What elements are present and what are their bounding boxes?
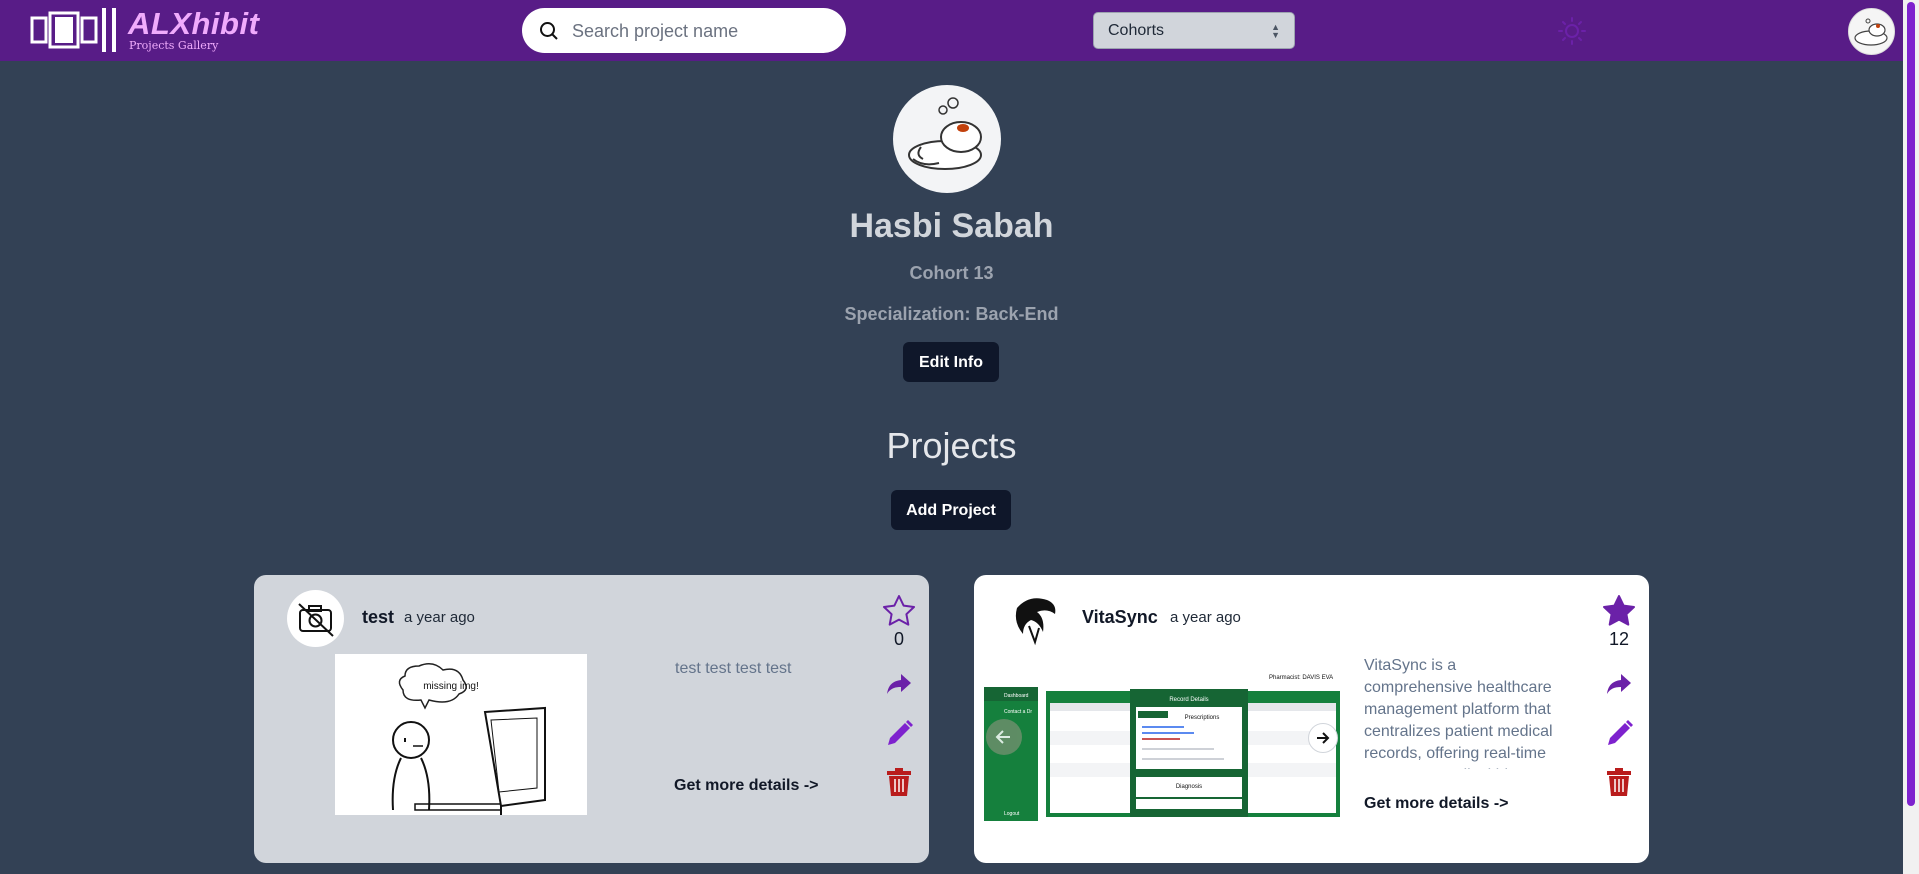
- logo[interactable]: ALXhibit Projects Gallery: [30, 6, 270, 52]
- sun-icon[interactable]: [1557, 16, 1587, 46]
- search-input[interactable]: [570, 8, 834, 55]
- project-title[interactable]: VitaSync: [1082, 607, 1158, 628]
- screenshot-contact: Contact a Dr: [1004, 709, 1032, 715]
- delete-icon[interactable]: [886, 767, 912, 797]
- project-avatar: [287, 590, 344, 647]
- no-camera-icon: [298, 603, 334, 637]
- projects-heading: Projects: [886, 425, 1017, 466]
- select-chevron-icon: ▲ ▼: [1271, 22, 1280, 40]
- project-description: VitaSync is a comprehensive healthcare m…: [1364, 657, 1553, 769]
- get-more-details-link[interactable]: Get more details ->: [1364, 795, 1509, 813]
- cohort-select-label: Cohorts: [1108, 22, 1165, 39]
- seal-avatar-icon: [908, 97, 982, 170]
- screenshot-diagnosis: Diagnosis: [1176, 784, 1202, 790]
- profile-specialization: Specialization: Back-End: [844, 304, 1059, 324]
- edit-icon[interactable]: [886, 719, 914, 747]
- carousel-prev-button[interactable]: [986, 719, 1022, 755]
- edit-info-button[interactable]: Edit Info: [903, 342, 999, 382]
- star-icon[interactable]: [879, 593, 919, 627]
- project-title[interactable]: test: [362, 607, 394, 628]
- profile-avatar: [893, 85, 1001, 193]
- user-avatar[interactable]: [1848, 8, 1895, 55]
- star-count: 0: [893, 629, 904, 649]
- share-icon[interactable]: [1606, 673, 1632, 695]
- arrow-left-icon: [995, 730, 1010, 744]
- profile-cohort: Cohort 13: [909, 263, 994, 283]
- edit-icon[interactable]: [1606, 719, 1634, 747]
- project-screenshot-carousel[interactable]: Dashboard Contact a Dr Logout Pharmacist…: [984, 669, 1344, 821]
- add-project-button[interactable]: Add Project: [891, 490, 1011, 530]
- missing-image-illustration: missing img!: [391, 663, 546, 815]
- star-icon[interactable]: [1599, 593, 1639, 627]
- project-card: test a year ago missing img! test test t…: [254, 575, 929, 863]
- delete-icon[interactable]: [1606, 767, 1632, 797]
- carousel-next-button[interactable]: [1308, 723, 1338, 753]
- screenshot-prescriptions: Prescriptions: [1185, 715, 1220, 721]
- cohort-select[interactable]: Cohorts ▲ ▼: [1093, 12, 1295, 49]
- screenshot-record-details: Record Details: [1169, 697, 1208, 703]
- search-icon: [540, 22, 558, 40]
- project-avatar: [1007, 590, 1064, 647]
- project-image[interactable]: missing img!: [335, 654, 587, 815]
- scrollbar-thumb[interactable]: [1907, 2, 1915, 806]
- screenshot-pharmacist: Pharmacist: DAVIS EVA: [1269, 675, 1333, 681]
- missing-image-text: missing img!: [423, 681, 479, 692]
- vitasync-logo-icon: [1015, 598, 1056, 646]
- arrow-right-icon: [1317, 732, 1330, 744]
- logo-title: ALXhibit: [128, 6, 260, 41]
- star-count: 12: [1608, 629, 1630, 649]
- project-time: a year ago: [404, 609, 475, 626]
- profile-name: Hasbi Sabah: [849, 207, 1054, 245]
- project-card: VitaSync a year ago Dashboard Contact a …: [974, 575, 1649, 863]
- navbar: ALXhibit Projects Gallery Cohorts ▲▼: [0, 0, 1919, 61]
- search-bar[interactable]: [522, 8, 846, 55]
- screenshot-dashboard: Dashboard: [1004, 693, 1029, 699]
- screenshot-logout: Logout: [1004, 811, 1020, 817]
- vitasync-screenshot: Dashboard Contact a Dr Logout Pharmacist…: [984, 669, 1344, 821]
- get-more-details-link[interactable]: Get more details ->: [674, 777, 819, 795]
- logo-subtitle: Projects Gallery: [129, 39, 219, 52]
- seal-avatar-icon: [1854, 18, 1888, 46]
- page-scrollbar[interactable]: [1903, 0, 1919, 874]
- project-time: a year ago: [1170, 609, 1241, 626]
- logo-icon: [30, 8, 116, 52]
- project-description: test test test test: [675, 660, 792, 677]
- share-icon[interactable]: [886, 673, 912, 695]
